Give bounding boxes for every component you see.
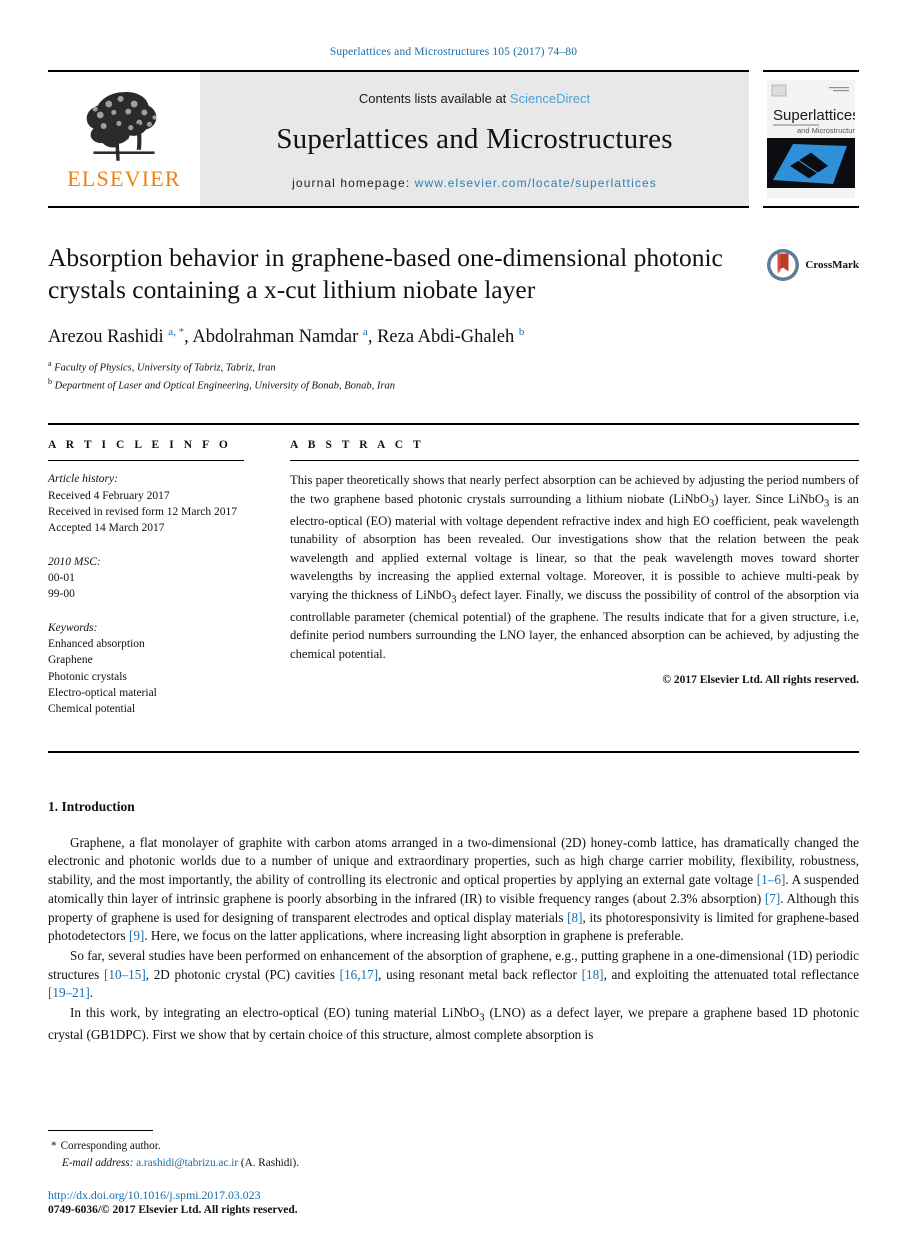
title-block: Absorption behavior in graphene-based on… [48, 242, 859, 393]
article-info-column: A R T I C L E I N F O Article history: R… [48, 439, 266, 734]
keywords-group: Keywords: Enhanced absorption Graphene P… [48, 620, 244, 718]
author-list: Arezou Rashidi a, *, Abdolrahman Namdar … [48, 325, 525, 347]
journal-masthead: ELSEVIER Contents lists available at Sci… [48, 70, 859, 208]
introduction-heading: 1. Introduction [48, 798, 135, 814]
msc-item: 00-01 [48, 571, 75, 584]
article-page: Superlattices and Microstructures 105 (2… [0, 0, 907, 1238]
publisher-logo-block: ELSEVIER [48, 70, 200, 208]
page-title: Absorption behavior in graphene-based on… [48, 243, 723, 305]
elsevier-tree-icon [86, 91, 157, 161]
email-line: E-mail address: a.rashidi@tabrizu.ac.ir … [62, 1155, 859, 1172]
info-top-rule [48, 423, 859, 426]
abstract-text: This paper theoretically shows that near… [290, 473, 859, 661]
crossmark-badge[interactable]: CrossMark [766, 248, 859, 282]
homepage-prefix: journal homepage: [292, 175, 415, 190]
introduction-section: 1. Introduction Graphene, a flat monolay… [48, 799, 859, 1046]
abstract-column: A B S T R A C T This paper theoretically… [266, 439, 859, 734]
sciencedirect-link[interactable]: ScienceDirect [510, 91, 590, 106]
history-item: Accepted 14 March 2017 [48, 522, 165, 535]
corresponding-author-marker: * [51, 1140, 57, 1153]
history-item: Received 4 February 2017 [48, 489, 170, 502]
msc-group: 2010 MSC: 00-01 99-00 [48, 554, 244, 603]
journal-cover-block: Superlattices and Microstructures [763, 70, 859, 208]
introduction-paragraph: Graphene, a flat monolayer of graphite w… [48, 834, 859, 944]
introduction-paragraph: So far, several studies have been perfor… [48, 948, 859, 1001]
affiliation-a: a Faculty of Physics, University of Tabr… [48, 358, 276, 374]
affiliation-b: b Department of Laser and Optical Engine… [48, 376, 395, 392]
keyword-item: Photonic crystals [48, 670, 127, 683]
abstract-heading: A B S T R A C T [290, 439, 425, 452]
affiliation-b-text: Department of Laser and Optical Engineer… [54, 380, 395, 392]
affiliation-a-text: Faculty of Physics, University of Tabriz… [54, 362, 276, 374]
article-history-group: Article history: Received 4 February 201… [48, 471, 244, 536]
email-link[interactable]: a.rashidi@tabrizu.ac.ir [136, 1157, 238, 1169]
masthead-center: Contents lists available at ScienceDirec… [200, 70, 749, 208]
crossmark-label: CrossMark [805, 259, 859, 271]
page-footer: * Corresponding author. E-mail address: a… [48, 1130, 859, 1216]
doi-link[interactable]: http://dx.doi.org/10.1016/j.spmi.2017.03… [48, 1188, 859, 1203]
info-abstract-row: A R T I C L E I N F O Article history: R… [48, 439, 859, 734]
svg-text:and Microstructures: and Microstructures [797, 126, 855, 135]
corresponding-author-label: Corresponding author. [60, 1140, 161, 1153]
keyword-item: Enhanced absorption [48, 637, 145, 650]
svg-text:Superlattices: Superlattices [773, 107, 855, 124]
keyword-item: Chemical potential [48, 703, 136, 716]
article-history-label: Article history: [48, 473, 118, 486]
history-item: Received in revised form 12 March 2017 [48, 506, 238, 518]
info-bottom-rule [48, 750, 859, 753]
journal-title: Superlattices and Microstructures [276, 122, 673, 155]
contents-available-line: Contents lists available at ScienceDirec… [359, 91, 590, 106]
email-owner: (A. Rashidi). [240, 1157, 300, 1170]
msc-item: 99-00 [48, 588, 75, 601]
journal-cover-thumbnail-icon: Superlattices and Microstructures [767, 80, 855, 198]
contents-prefix: Contents lists available at [358, 90, 510, 106]
running-head: Superlattices and Microstructures 105 (2… [329, 46, 578, 58]
abstract-rule [290, 460, 859, 462]
article-info-heading: A R T I C L E I N F O [48, 439, 232, 452]
corresponding-author-note: * Corresponding author. E-mail address: a… [48, 1138, 859, 1172]
article-info-rule [48, 460, 244, 462]
issn-copyright-line: 0749-6036/© 2017 Elsevier Ltd. All right… [48, 1204, 298, 1216]
introduction-paragraph: In this work, by integrating an electro-… [48, 1005, 859, 1043]
journal-homepage-link[interactable]: www.elsevier.com/locate/superlattices [415, 176, 657, 190]
abstract-copyright: © 2017 Elsevier Ltd. All rights reserved… [662, 674, 859, 687]
corresponding-author-line: * Corresponding author. [51, 1138, 859, 1155]
affiliations: a Faculty of Physics, University of Tabr… [48, 358, 859, 393]
journal-homepage-line: journal homepage: www.elsevier.com/locat… [292, 176, 657, 190]
crossmark-icon [767, 249, 800, 281]
footnote-rule [48, 1130, 153, 1132]
keyword-item: Electro-optical material [48, 686, 157, 699]
email-label: E-mail address: [62, 1157, 134, 1170]
keyword-item: Graphene [48, 654, 93, 667]
msc-label: 2010 MSC: [48, 555, 101, 568]
publisher-name: ELSEVIER [67, 165, 181, 191]
keywords-label: Keywords: [48, 621, 98, 634]
